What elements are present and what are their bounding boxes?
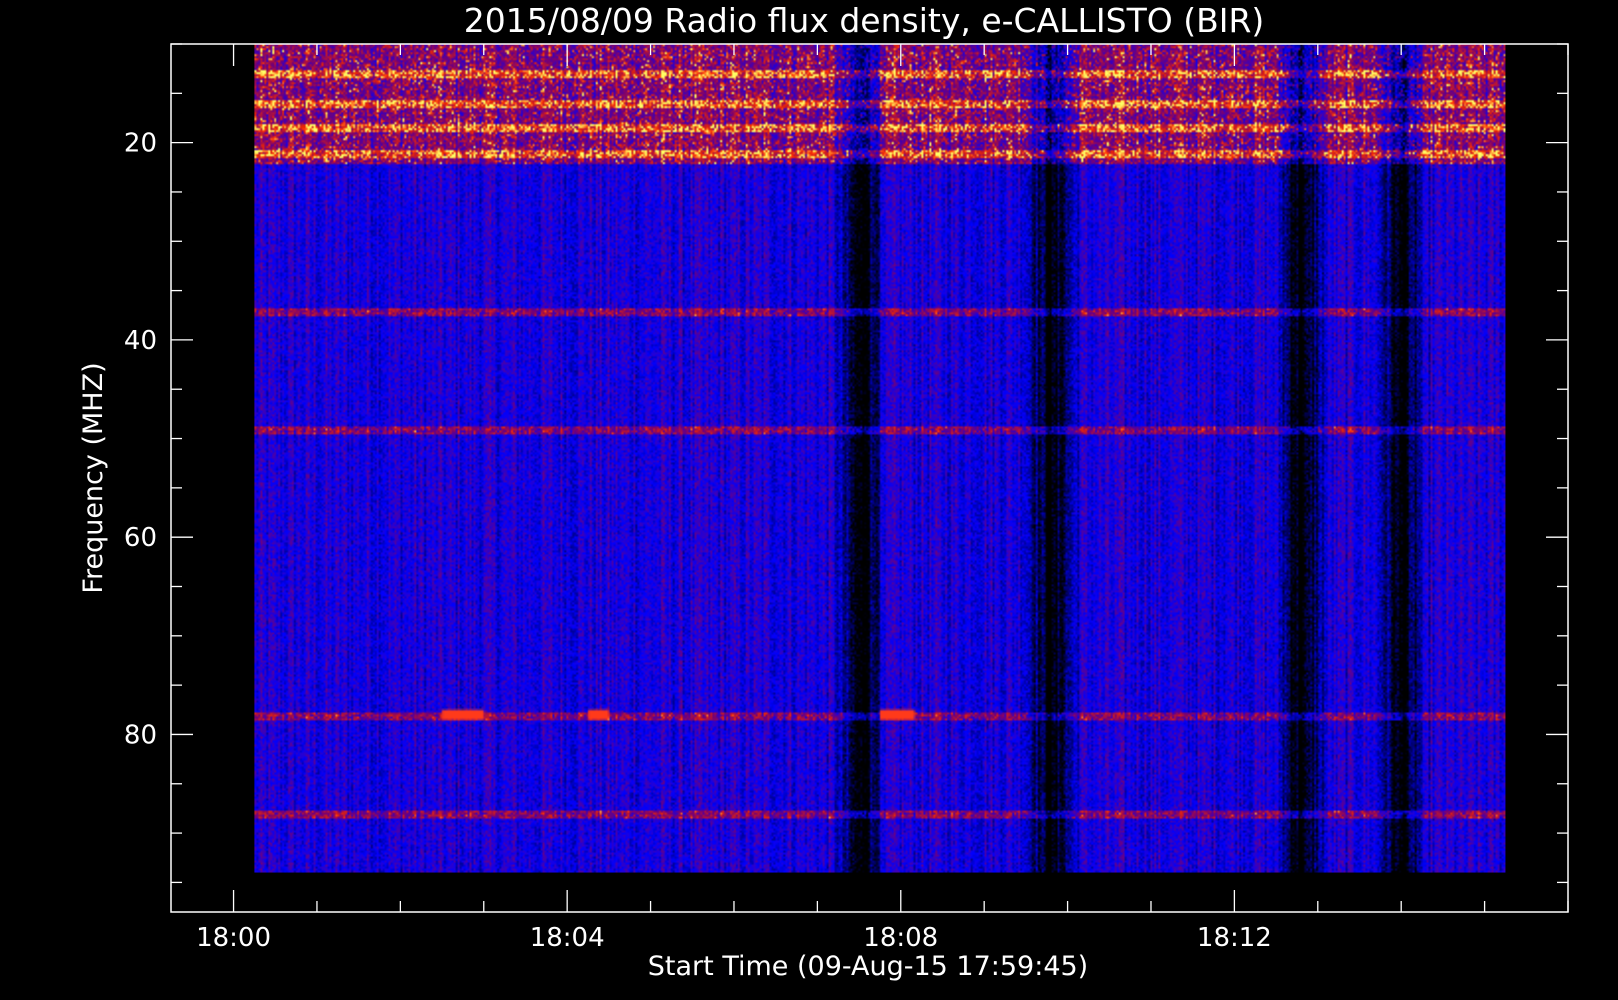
y-tick-label: 20	[124, 129, 157, 159]
x-tick-label: 18:04	[530, 923, 605, 953]
x-axis-title: Start Time (09-Aug-15 17:59:45)	[648, 951, 1088, 982]
x-tick-label: 18:08	[863, 923, 938, 953]
chart-title: 2015/08/09 Radio flux density, e-CALLIST…	[464, 1, 1265, 40]
y-tick-label: 60	[124, 523, 157, 553]
spectrogram-heatmap	[254, 44, 1506, 873]
y-tick-label: 40	[124, 326, 157, 356]
y-tick-label: 80	[124, 720, 157, 750]
x-tick-label: 18:12	[1197, 923, 1272, 953]
spectrogram-figure: 2015/08/09 Radio flux density, e-CALLIST…	[0, 0, 1618, 1000]
y-axis-title: Frequency (MHZ)	[78, 362, 109, 593]
x-tick-label: 18:00	[196, 923, 271, 953]
